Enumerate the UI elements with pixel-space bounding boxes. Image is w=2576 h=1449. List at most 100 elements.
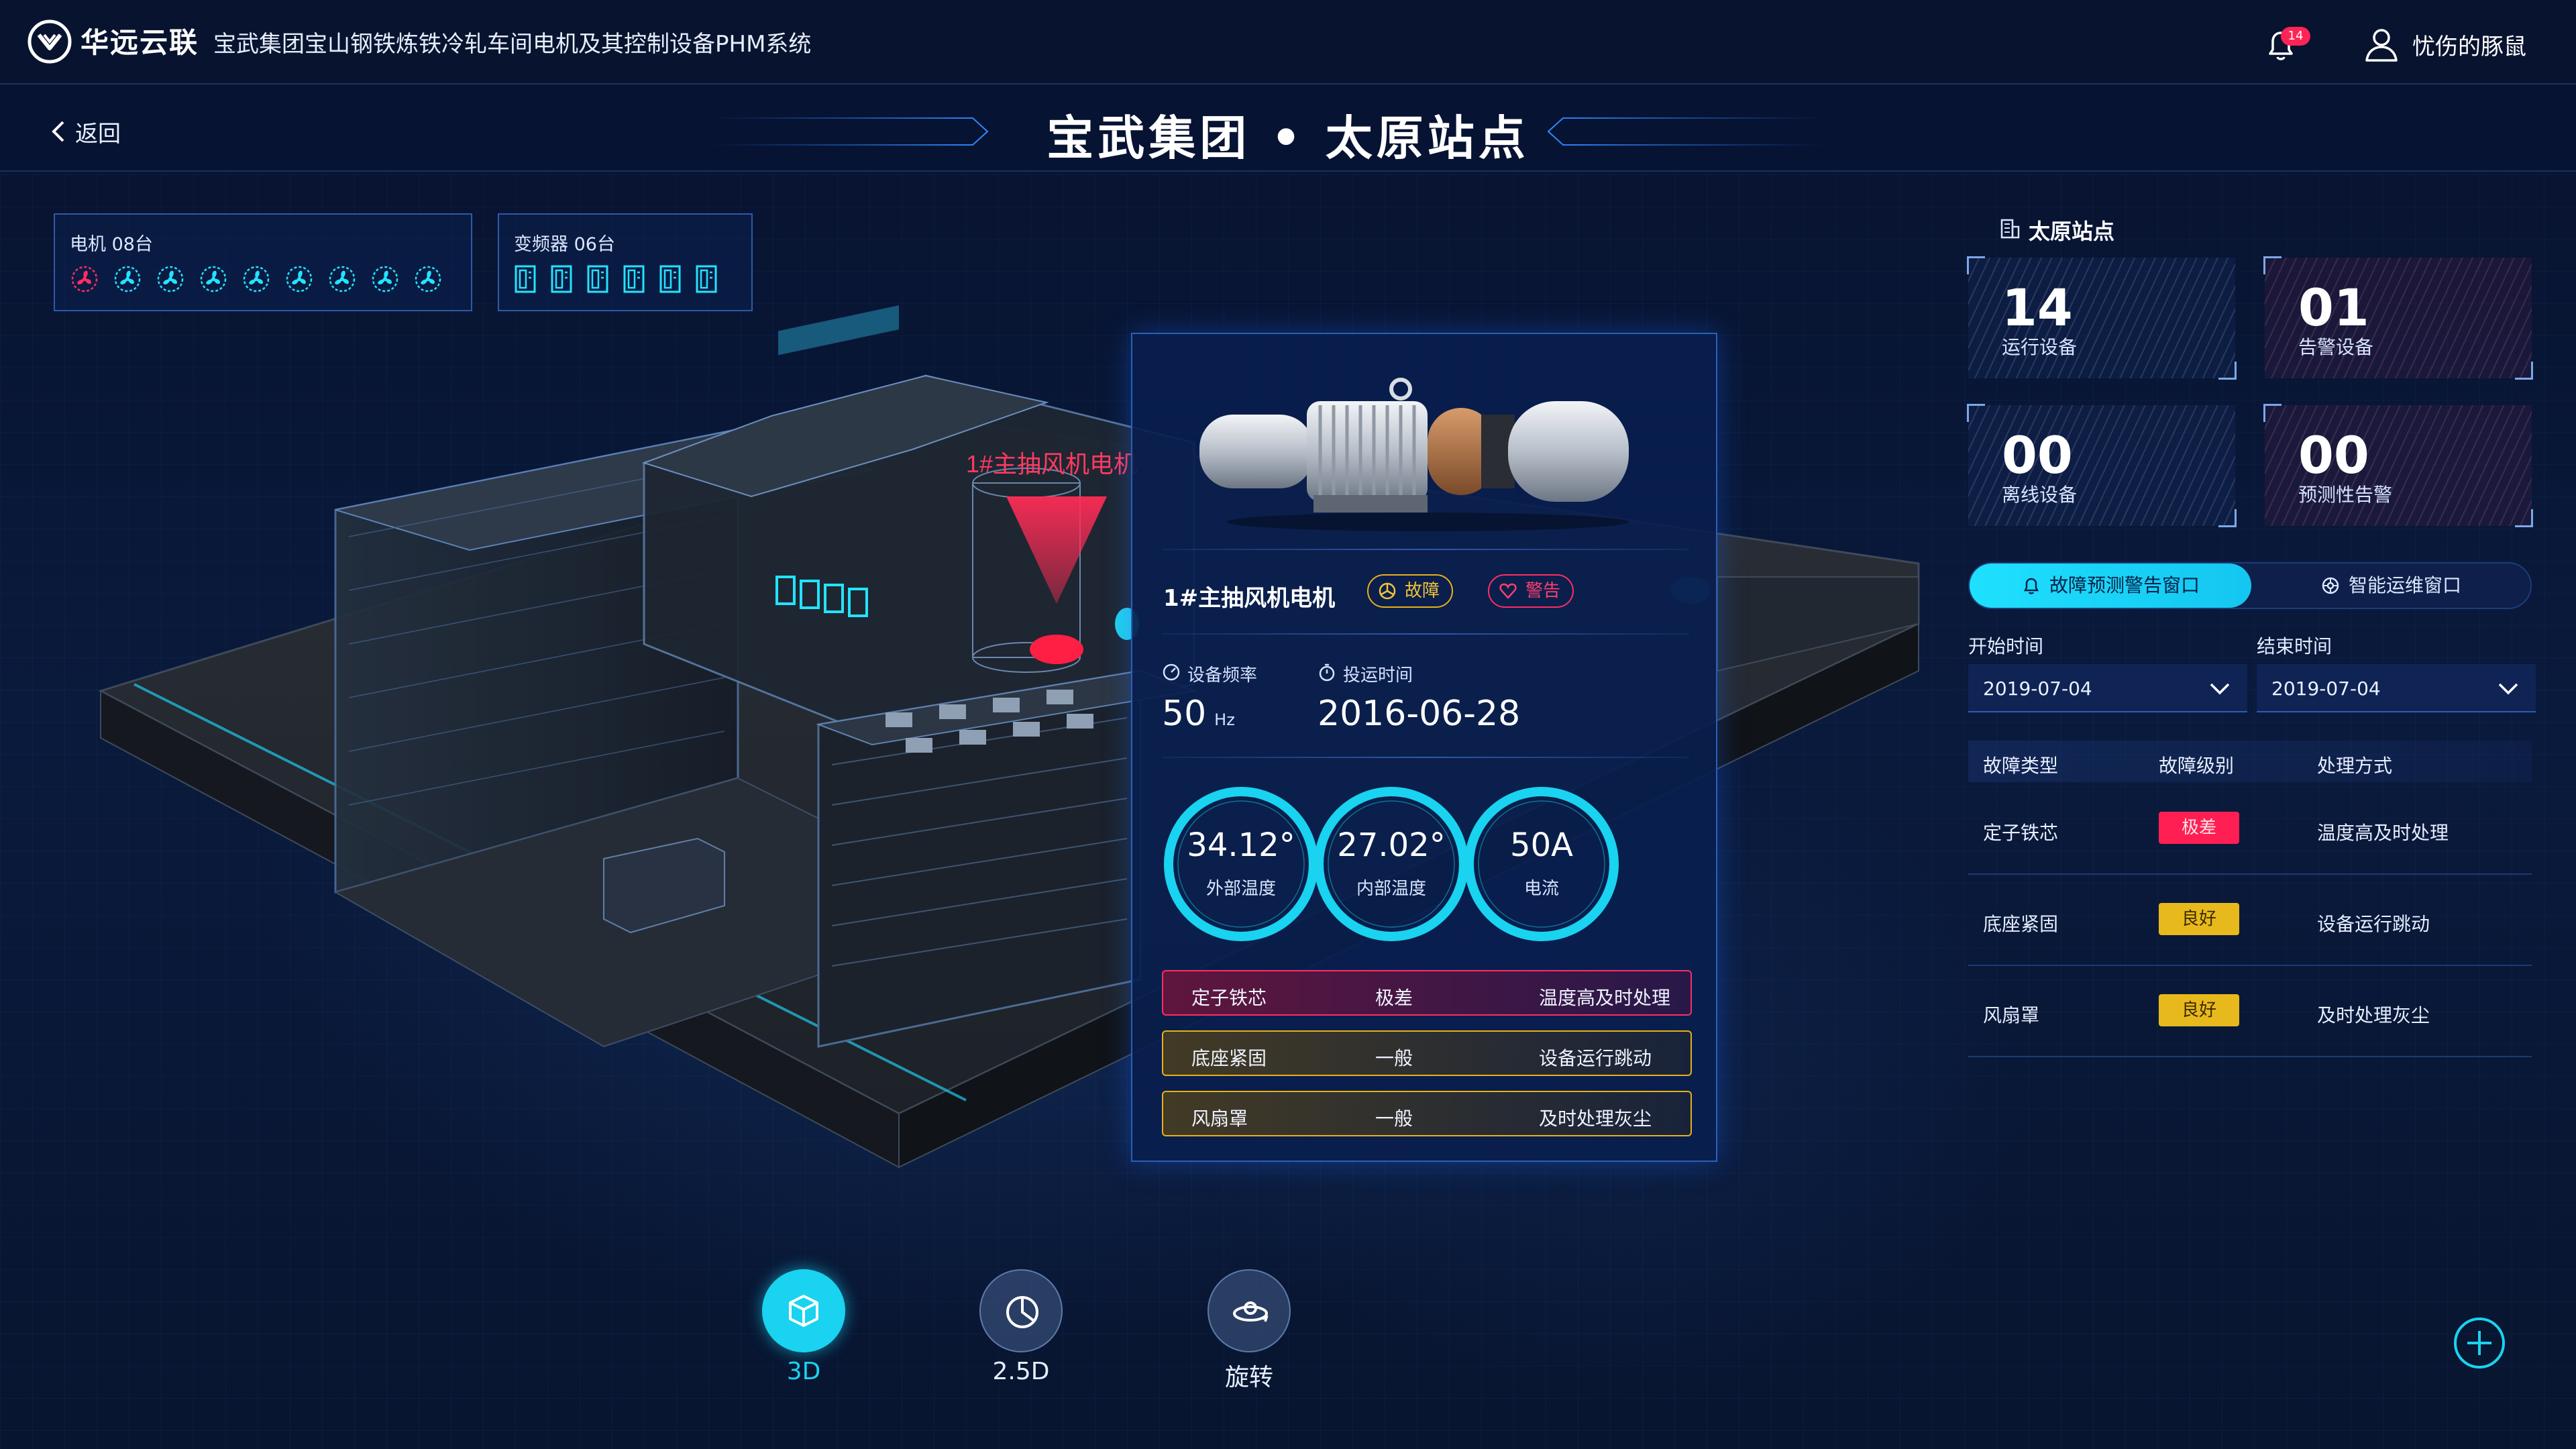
view-button-3d[interactable] [762, 1269, 845, 1352]
frequency-label: 设备频率 [1162, 661, 1257, 686]
window-switch: 故障预测警告窗口 智能运维窗口 [1968, 562, 2532, 609]
gauge-ring [1312, 785, 1470, 946]
warning-tag[interactable]: 警告 [1488, 574, 1574, 608]
fault-table-header: 故障类型 故障级别 处理方式 [1968, 741, 2532, 782]
end-time-value: 2019-07-04 [2271, 678, 2381, 700]
gauge: 50A 电流 [1462, 785, 1621, 943]
bell-icon [2023, 578, 2039, 594]
row-action: 温度高及时处理 [2317, 822, 2449, 844]
device-name: 1#主抽风机电机 [1163, 585, 1336, 612]
frequency-unit: Hz [1214, 710, 1235, 729]
top-bar: 华远云联 宝武集团宝山钢铁炼铁冷轧车间电机及其控制设备PHM系统 14 忧伤的豚… [0, 0, 2576, 85]
tab-fault-prediction[interactable]: 故障预测警告窗口 [1970, 564, 2251, 608]
table-row[interactable]: 底座紧固 良好 设备运行跳动 [1968, 879, 2532, 966]
view-label: 2.5D [992, 1358, 1050, 1385]
view-button-rotate[interactable] [1208, 1269, 1291, 1352]
stat-label: 运行设备 [2002, 336, 2078, 358]
popup-fault-row[interactable]: 风扇罩 一般 及时处理灰尘 [1162, 1091, 1692, 1136]
tab-smart-maintenance[interactable]: 智能运维窗口 [2251, 564, 2530, 608]
stat-value: 01 [2298, 278, 2369, 337]
system-title: 宝武集团宝山钢铁炼铁冷轧车间电机及其控制设备PHM系统 [213, 31, 812, 58]
fault-level: 一般 [1375, 1108, 1413, 1130]
view-label: 旋转 [1224, 1364, 1273, 1391]
notification-badge: 14 [2281, 27, 2310, 46]
view-button-2-5d[interactable] [979, 1269, 1063, 1352]
column-fault-level: 故障级别 [2159, 755, 2235, 777]
start-time-value: 2019-07-04 [1983, 678, 2092, 700]
end-time-select[interactable]: 2019-07-04 [2257, 664, 2536, 712]
page-title: 宝武集团 • 太原站点 [1046, 111, 1529, 166]
heart-warning-icon [1499, 583, 1517, 599]
gauge-ring [1162, 785, 1320, 946]
device-detail-popup: 1#主抽风机电机 故障 警告 设备频率 50 Hz 投运时间 2016-06-2… [1131, 333, 1717, 1162]
tab-fault-prediction-label: 故障预测警告窗口 [2049, 574, 2200, 596]
popup-fault-row[interactable]: 定子铁芯 极差 温度高及时处理 [1162, 970, 1692, 1016]
timer-icon [1319, 663, 1335, 682]
stat-value: 00 [2298, 425, 2369, 485]
row-fault-type: 底座紧固 [1983, 913, 2059, 935]
site-title: 太原站点 [1999, 215, 2114, 246]
column-fault-type: 故障类型 [1983, 755, 2059, 777]
stat-label: 告警设备 [2298, 336, 2374, 358]
frequency-value: 50 Hz [1162, 694, 1235, 734]
popup-fault-row[interactable]: 底座紧固 一般 设备运行跳动 [1162, 1030, 1692, 1076]
table-row[interactable]: 定子铁芯 极差 温度高及时处理 [1968, 788, 2532, 875]
fault-action: 温度高及时处理 [1539, 987, 1671, 1009]
brand-name: 华远云联 [80, 26, 199, 59]
fault-action: 设备运行跳动 [1539, 1047, 1652, 1069]
start-time-select[interactable]: 2019-07-04 [1968, 664, 2247, 712]
chevron-down-icon [2498, 683, 2518, 695]
fault-level: 极差 [1375, 987, 1413, 1009]
fault-type: 定子铁芯 [1191, 987, 1267, 1009]
site-title-text: 太原站点 [2029, 219, 2115, 244]
stat-value: 14 [2002, 278, 2073, 337]
row-action: 设备运行跳动 [2317, 913, 2430, 935]
brand-logo-icon [28, 19, 72, 64]
fault-tag-label: 故障 [1405, 581, 1440, 601]
add-button[interactable] [2453, 1316, 2506, 1370]
user-name[interactable]: 忧伤的豚鼠 [2412, 28, 2526, 61]
gauge-ring [1462, 785, 1621, 946]
row-fault-type: 定子铁芯 [1983, 822, 2059, 844]
level-badge: 良好 [2159, 903, 2239, 935]
title-decoration-left [510, 117, 989, 146]
fault-tag[interactable]: 故障 [1367, 574, 1454, 608]
column-action: 处理方式 [2317, 755, 2393, 777]
gauge-label: 内部温度 [1356, 879, 1426, 899]
gauge-value: 27.02° [1337, 826, 1446, 864]
gauge-value: 34.12° [1187, 826, 1295, 864]
level-badge: 良好 [2159, 994, 2239, 1026]
app-root: 华远云联 宝武集团宝山钢铁炼铁冷轧车间电机及其控制设备PHM系统 14 忧伤的豚… [0, 0, 2576, 1449]
stat-label: 预测性告警 [2298, 484, 2393, 506]
level-badge: 极差 [2159, 812, 2239, 844]
gauge-value: 50A [1510, 826, 1573, 864]
chevron-left-icon[interactable] [50, 119, 68, 144]
fault-type: 风扇罩 [1191, 1108, 1248, 1130]
stat-label: 离线设备 [2002, 484, 2078, 506]
user-icon[interactable] [2363, 24, 2400, 64]
popup-divider [1162, 549, 1689, 550]
gauge-icon [1163, 663, 1180, 681]
row-fault-type: 风扇罩 [1983, 1004, 2040, 1026]
row-action: 及时处理灰尘 [2317, 1004, 2430, 1026]
table-row[interactable]: 风扇罩 良好 及时处理灰尘 [1968, 970, 2532, 1057]
warning-tag-label: 警告 [1525, 581, 1561, 601]
frequency-number: 50 [1162, 694, 1207, 734]
stat-card[interactable]: 01 告警设备 [2263, 256, 2533, 380]
popup-divider [1162, 757, 1689, 758]
fault-level: 一般 [1375, 1047, 1413, 1069]
gauge-label: 电流 [1523, 879, 1559, 899]
stat-card[interactable]: 00 离线设备 [1967, 404, 2237, 527]
scene-marker-label: 1#主抽风机电机 [966, 450, 1138, 478]
tab-smart-maintenance-label: 智能运维窗口 [2348, 574, 2461, 596]
stat-value: 00 [2002, 425, 2073, 485]
commission-label: 投运时间 [1318, 661, 1413, 686]
chevron-down-icon [2210, 683, 2230, 695]
stat-card[interactable]: 00 预测性告警 [2263, 404, 2533, 527]
frequency-label-text: 设备频率 [1187, 665, 1258, 686]
gauge: 34.12° 外部温度 [1162, 785, 1320, 943]
back-button[interactable]: 返回 [75, 115, 121, 148]
title-decoration-right [1547, 117, 2026, 146]
stat-card[interactable]: 14 运行设备 [1967, 256, 2237, 380]
commission-label-text: 投运时间 [1343, 665, 1413, 686]
